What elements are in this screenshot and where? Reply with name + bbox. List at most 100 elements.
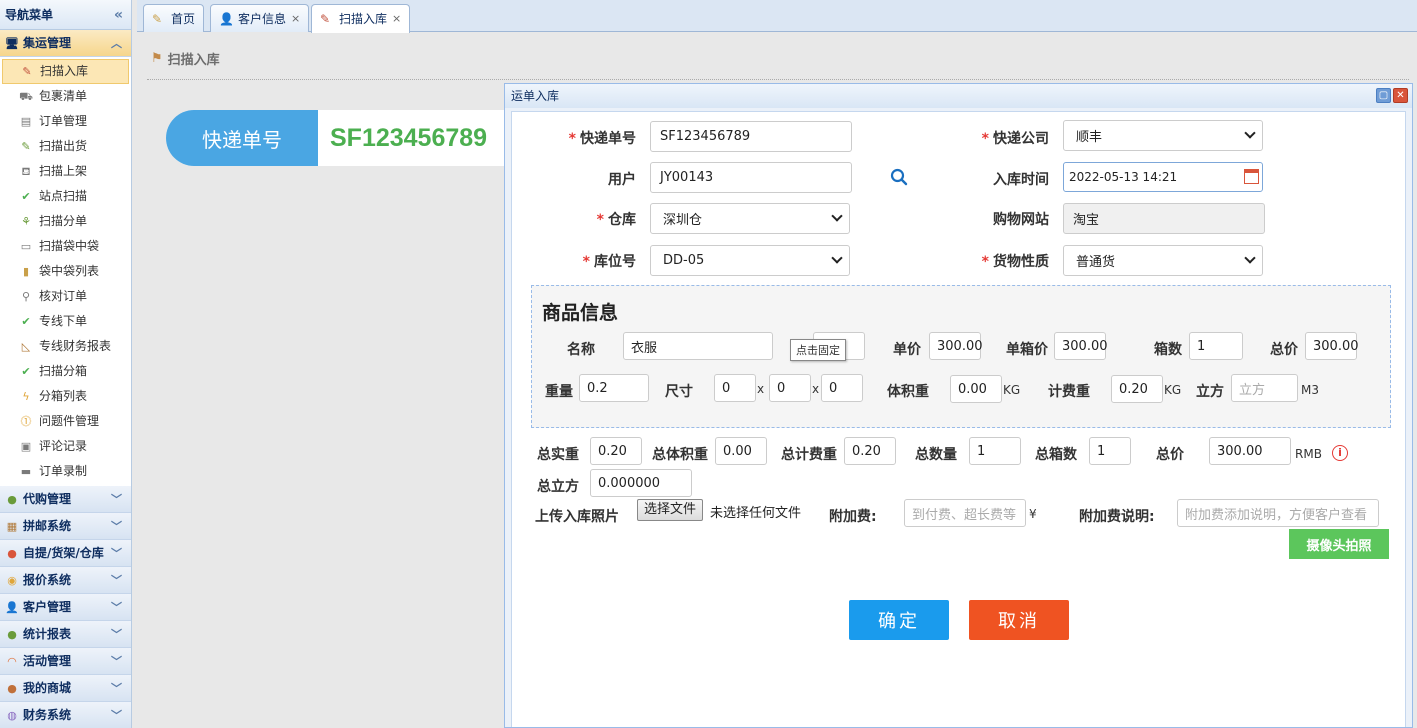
sidebar-item-line-finance-report[interactable]: ◺ 专线财务报表 (2, 334, 129, 359)
tab-scan-inbound[interactable]: ✎ 扫描入库 × (311, 4, 411, 33)
choose-file-button[interactable]: 选择文件 (637, 499, 704, 521)
sidebar-group-finance[interactable]: ◍ 财务系统 ﹀ (0, 702, 131, 728)
surcharge-input[interactable]: 到付费、超长费等 (904, 499, 1026, 527)
total-quantity-label: 总数量 (915, 447, 957, 463)
close-icon[interactable]: ✕ (1393, 88, 1408, 103)
sidebar-item-scan-boxing[interactable]: ✔ 扫描分箱 (2, 359, 129, 384)
sidebar-item-label: 评论记录 (39, 439, 88, 453)
tab-label: 扫描入库 (339, 12, 388, 26)
currency-unit: RMB (1295, 447, 1322, 461)
sidebar-group-purchasing[interactable]: ● 代购管理 ﹀ (0, 486, 131, 513)
close-icon[interactable]: × (392, 6, 401, 32)
user-input[interactable]: JY00143 (650, 162, 852, 193)
sidebar-item-problem-items[interactable]: ⓵ 问题件管理 (2, 409, 129, 434)
sidebar-item-site-scan[interactable]: ✔ 站点扫描 (2, 184, 129, 209)
billing-weight-input[interactable]: 0.20 (1111, 375, 1163, 403)
sidebar-item-box-list[interactable]: ϟ 分箱列表 (2, 384, 129, 409)
camera-capture-button[interactable]: 摄像头拍照 (1289, 529, 1389, 559)
sidebar-item-scan-bag-in-bag[interactable]: ▭ 扫描袋中袋 (2, 234, 129, 259)
search-icon[interactable] (890, 168, 908, 186)
size-length-input[interactable]: 0 (714, 374, 756, 402)
sidebar-item-scan-shelve[interactable]: ⛾ 扫描上架 (2, 159, 129, 184)
sidebar-item-verify-orders[interactable]: ⚲ 核对订单 (2, 284, 129, 309)
collapse-sidebar-icon[interactable]: « (114, 0, 123, 30)
check-icon: ✔ (21, 315, 31, 328)
sidebar-group-quotation[interactable]: ◉ 报价系统 ﹀ (0, 567, 131, 594)
sidebar-item-comments[interactable]: ▣ 评论记录 (2, 434, 129, 459)
location-select[interactable]: DD-05 (650, 245, 850, 276)
total-actual-weight-input[interactable]: 0.20 (590, 437, 642, 465)
tab-label: 客户信息 (238, 11, 287, 26)
sidebar-item-order-entry[interactable]: ▬ 订单录制 (2, 459, 129, 484)
unit-price-input[interactable]: 300.00 (929, 332, 983, 360)
total-quantity-input[interactable]: 1 (969, 437, 1021, 465)
confirm-button[interactable]: 确定 (849, 600, 949, 640)
courier-select-value: 顺丰 (1076, 130, 1103, 145)
weight-input[interactable]: 0.2 (579, 374, 649, 402)
upload-photo-label: 上传入库照片 (535, 509, 619, 525)
sidebar-item-order-management[interactable]: ▤ 订单管理 (2, 109, 129, 134)
sidebar-item-scan-outbound[interactable]: ✎ 扫描出货 (2, 134, 129, 159)
boxes-label: 箱数 (1154, 342, 1182, 358)
surcharge-note-input[interactable]: 附加费添加说明，方便客户查看 (1177, 499, 1379, 527)
sidebar-item-bag-in-bag-list[interactable]: ▮ 袋中袋列表 (2, 259, 129, 284)
sidebar-item-label: 包裹清单 (39, 89, 88, 103)
inbound-time-input[interactable]: 2022-05-13 14:21 (1063, 162, 1263, 192)
sidebar-item-scan-inbound[interactable]: ✎ 扫描入库 (2, 59, 129, 84)
sidebar-item-package-list[interactable]: ⛟ 包裹清单 (2, 84, 129, 109)
close-icon[interactable]: × (291, 6, 300, 32)
courier-select[interactable]: 顺丰 (1063, 120, 1263, 151)
size-height-input[interactable]: 0 (821, 374, 863, 402)
sidebar-group-label: 报价系统 (23, 572, 72, 587)
courier-label: * 快递公司 (981, 131, 1049, 147)
total-cube-input[interactable]: 0.000000 (590, 469, 692, 497)
sidebar-item-label: 扫描袋中袋 (39, 239, 100, 253)
tab-customer-info[interactable]: 👤 客户信息 × (210, 4, 310, 32)
sidebar-group-customers[interactable]: 👤 客户管理 ﹀ (0, 594, 131, 621)
sidebar-item-label: 专线下单 (39, 314, 88, 328)
sidebar-item-scan-split[interactable]: ⚘ 扫描分单 (2, 209, 129, 234)
chevron-down-icon: ﹀ (111, 520, 122, 533)
volume-weight-input[interactable]: 0.00 (950, 375, 1002, 403)
sidebar-item-line-order[interactable]: ✔ 专线下单 (2, 309, 129, 334)
sidebar-item-label: 扫描上架 (39, 164, 88, 178)
cancel-button[interactable]: 取消 (969, 600, 1069, 640)
cube-label: 立方 (1196, 384, 1224, 400)
sidebar-group-label: 自提/货架/仓库 (23, 545, 104, 560)
total-boxes-input[interactable]: 1 (1089, 437, 1131, 465)
warehouse-select[interactable]: 深圳仓 (650, 203, 850, 234)
box-price-input[interactable]: 300.00 (1054, 332, 1108, 360)
book-icon: ▮ (22, 265, 30, 278)
total-volume-weight-input[interactable]: 0.00 (715, 437, 767, 465)
kg-unit: KG (1164, 383, 1182, 397)
sidebar-group-activities[interactable]: ◠ 活动管理 ﹀ (0, 648, 131, 675)
total-billing-weight-input[interactable]: 0.20 (844, 437, 896, 465)
sidebar-group-shipping[interactable]: 🖥 集运管理 ︿ (0, 30, 131, 57)
chevron-up-icon: ︿ (111, 37, 122, 50)
size-width-input[interactable]: 0 (769, 374, 811, 402)
total-price-input[interactable]: 300.00 (1209, 437, 1291, 465)
monitor-icon: ▬ (20, 465, 32, 478)
goods-total-input[interactable]: 300.00 (1305, 332, 1359, 360)
boxes-input[interactable]: 1 (1189, 332, 1243, 360)
pin-tooltip[interactable]: 点击固定 (790, 339, 846, 361)
pen-icon: ✎ (152, 11, 163, 26)
calendar-icon[interactable] (1244, 169, 1259, 184)
sidebar-group-my-mall[interactable]: ● 我的商城 ﹀ (0, 675, 131, 702)
sidebar-group-combined-mail[interactable]: ▦ 拼邮系统 ﹀ (0, 513, 131, 540)
cube-input[interactable]: 立方 (1231, 374, 1298, 402)
cargo-type-select[interactable]: 普通货 (1063, 245, 1263, 276)
waybill-inbound-dialog: 运单入库 ▢ ✕ * 快递单号 SF123456789 * 快递公司 顺丰 用户 J… (504, 83, 1413, 728)
sidebar-item-label: 订单管理 (39, 114, 88, 128)
scan-gun-icon: ✎ (21, 140, 31, 153)
inbound-time-label: 入库时间 (993, 172, 1049, 188)
warehouse-label: * 仓库 (596, 212, 636, 228)
maximize-icon[interactable]: ▢ (1376, 88, 1391, 103)
sidebar-group-statistics[interactable]: ● 统计报表 ﹀ (0, 621, 131, 648)
tab-home[interactable]: ✎ 首页 (143, 4, 205, 32)
sidebar-group-label: 活动管理 (23, 653, 72, 668)
sidebar-group-pickup-warehouse[interactable]: ● 自提/货架/仓库 ﹀ (0, 540, 131, 567)
goods-name-input[interactable]: 衣服 (623, 332, 773, 360)
tracking-no-input[interactable]: SF123456789 (650, 121, 852, 152)
info-icon[interactable]: i (1332, 445, 1348, 461)
